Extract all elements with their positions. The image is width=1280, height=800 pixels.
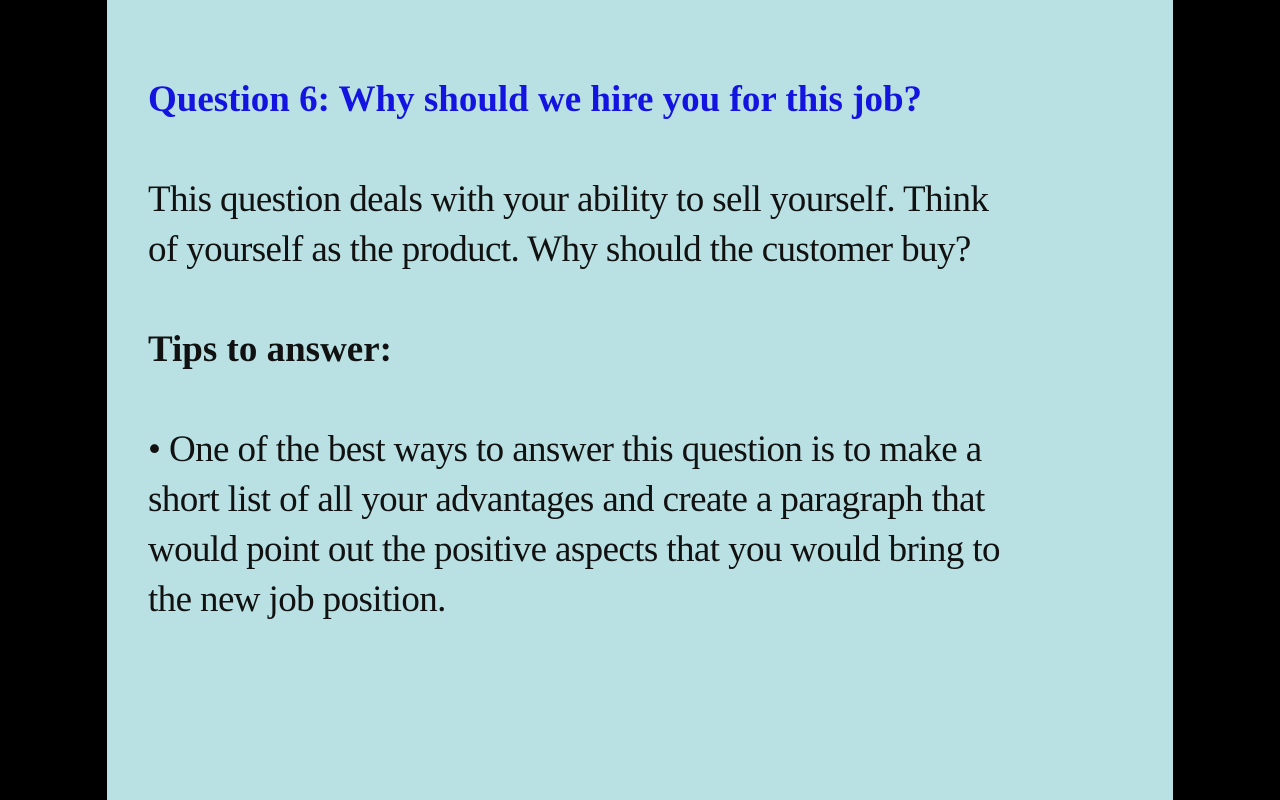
intro-paragraph: This question deals with your ability to… <box>148 175 1173 275</box>
intro-line: This question deals with your ability to… <box>148 179 989 220</box>
tip-line: would point out the positive aspects tha… <box>148 529 1001 570</box>
tips-heading: Tips to answer: <box>148 329 392 370</box>
tip-line: short list of all your advantages and cr… <box>148 479 985 520</box>
tip-line: • One of the best ways to answer this qu… <box>148 429 982 470</box>
question-title: Question 6: Why should we hire you for t… <box>148 79 923 120</box>
slide: Question 6: Why should we hire you for t… <box>107 0 1173 800</box>
tip-line: the new job position. <box>148 579 446 620</box>
intro-line: of yourself as the product. Why should t… <box>148 229 971 270</box>
tip-bullet: • One of the best ways to answer this qu… <box>148 425 1173 625</box>
